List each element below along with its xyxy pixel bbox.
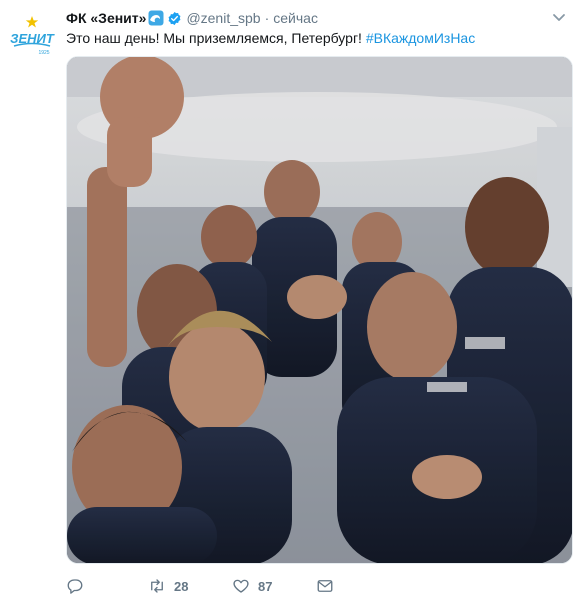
direct-message-button[interactable] bbox=[316, 574, 356, 598]
reply-icon bbox=[67, 579, 83, 594]
verified-badge-icon bbox=[167, 11, 182, 26]
author-handle[interactable]: @zenit_spb bbox=[186, 10, 260, 26]
tweet-actions: 28 87 bbox=[66, 574, 568, 598]
tweet-text: Это наш день! Мы приземляемся, Петербург… bbox=[66, 29, 568, 47]
zenit-logo-icon: ЗЕНИТ 1925 bbox=[10, 16, 55, 56]
like-count: 87 bbox=[258, 578, 273, 594]
tweet-card[interactable]: ЗЕНИТ 1925 ФК «Зенит» @zenit_spb · сейча… bbox=[0, 0, 580, 601]
timestamp[interactable]: сейчас bbox=[273, 10, 318, 26]
tweet-photo[interactable] bbox=[66, 56, 573, 564]
heart-icon bbox=[233, 579, 249, 593]
separator-dot: · bbox=[264, 10, 270, 26]
avatar[interactable]: ЗЕНИТ 1925 bbox=[8, 10, 56, 58]
avatar-logo-year: 1925 bbox=[38, 50, 49, 56]
tweet-body-text: Это наш день! Мы приземляемся, Петербург… bbox=[66, 30, 366, 46]
like-button[interactable]: 87 bbox=[232, 574, 316, 598]
retweet-count: 28 bbox=[174, 578, 189, 594]
hashtag-link[interactable]: #ВКаждомИзНас bbox=[366, 30, 475, 46]
envelope-icon bbox=[317, 580, 333, 592]
wave-emoji-icon bbox=[148, 10, 164, 26]
author-name[interactable]: ФК «Зенит» bbox=[66, 10, 146, 26]
retweet-icon bbox=[151, 579, 163, 593]
team-celebration-photo bbox=[67, 57, 572, 563]
retweet-button[interactable]: 28 bbox=[148, 574, 232, 598]
chevron-down-icon[interactable] bbox=[552, 10, 566, 24]
tweet-header: ФК «Зенит» @zenit_spb · сейчас bbox=[66, 8, 550, 28]
reply-button[interactable] bbox=[66, 574, 150, 598]
